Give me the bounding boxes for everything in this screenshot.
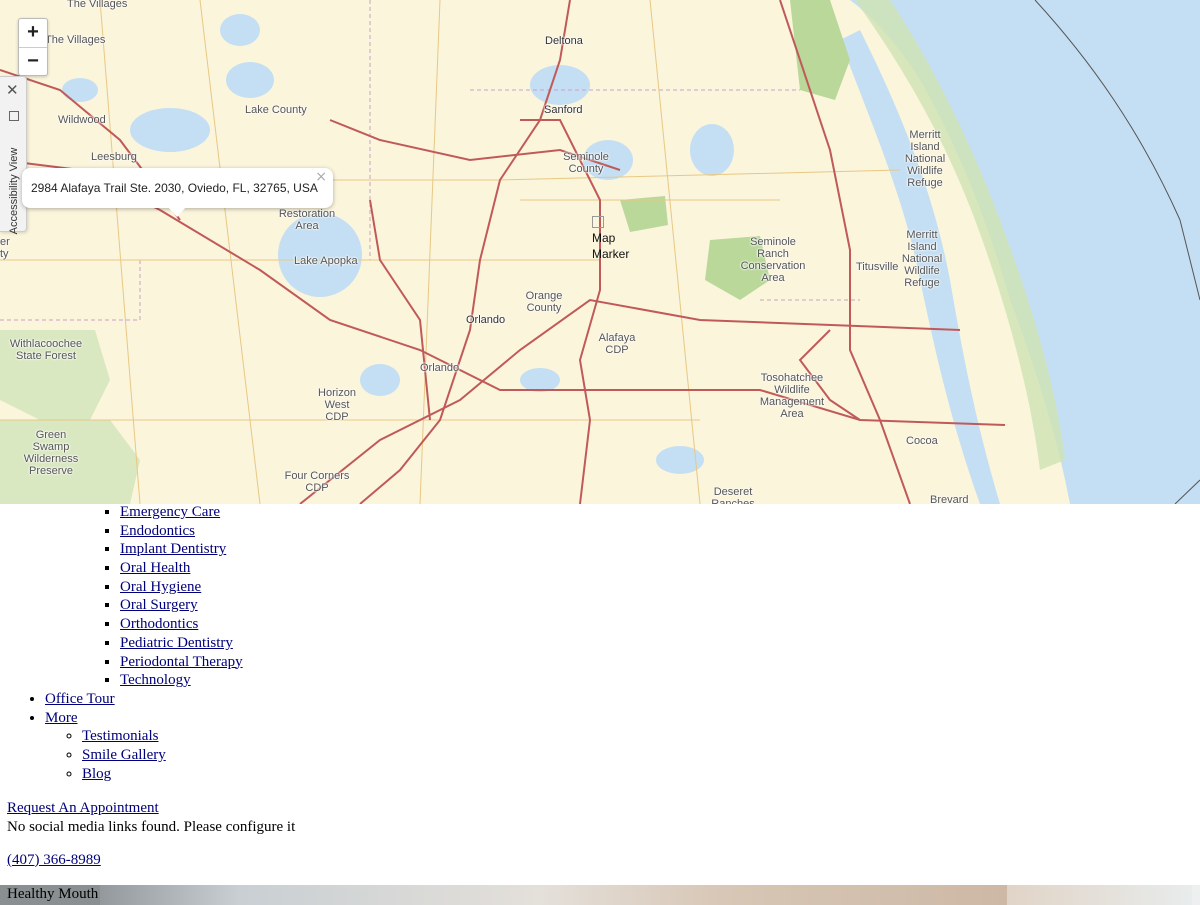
service-link[interactable]: Oral Hygiene	[120, 579, 201, 595]
place-label: Horizon West CDP	[318, 387, 356, 423]
place-label: Deltona	[545, 35, 583, 47]
main-nav-list: Office Tour More Testimonials Smile Gall…	[45, 690, 166, 784]
place-label: Restoration Area	[278, 208, 336, 232]
accessibility-view-tab[interactable]: ✕ Accessibility View	[0, 76, 27, 235]
place-label: Leesburg	[91, 151, 137, 163]
popup-address: 2984 Alafaya Trail Ste. 2030, Oviedo, FL…	[31, 181, 318, 195]
list-item: Periodontal Therapy	[120, 654, 243, 673]
list-item: Oral Health	[120, 560, 243, 579]
place-label: The Villages	[67, 0, 128, 10]
list-item: Blog	[82, 765, 166, 784]
place-label: Four Corners CDP	[284, 470, 350, 494]
phone-link[interactable]: (407) 366-8989	[7, 852, 101, 869]
social-notice: No social media links found. Please conf…	[7, 819, 296, 835]
zoom-out-button[interactable]: −	[19, 48, 47, 76]
expand-icon[interactable]	[9, 111, 19, 121]
place-label: The Villages	[45, 34, 106, 46]
service-link[interactable]: Orthodontics	[120, 616, 198, 632]
more-submenu: Testimonials Smile Gallery Blog	[82, 727, 166, 783]
services-submenu: Emergency Care Endodontics Implant Dentist…	[120, 504, 243, 691]
map-marker-alt: Map Marker	[592, 231, 630, 261]
place-label: Orlando	[466, 314, 506, 326]
popup-close-icon[interactable]: ×	[315, 169, 327, 185]
address-popup: 2984 Alafaya Trail Ste. 2030, Oviedo, FL…	[22, 168, 333, 217]
place-label: ty	[0, 248, 9, 260]
place-label: Merritt Island National Wildlife Refuge	[904, 129, 946, 189]
more-link[interactable]: More	[45, 710, 78, 726]
place-label: Cocoa	[906, 435, 938, 447]
place-label: Withlacoochee State Forest	[9, 338, 83, 362]
map-widget[interactable]: The Villages The Villages Deltona Lake C…	[0, 0, 1200, 504]
list-item: Oral Surgery	[120, 597, 243, 616]
map-marker[interactable]: Map Marker	[592, 214, 632, 262]
list-item: Pediatric Dentistry	[120, 635, 243, 654]
place-label: er	[0, 236, 10, 248]
place-label: Alafaya CDP	[598, 332, 636, 356]
place-label: Brevard	[930, 494, 969, 504]
place-label: Deseret Ranches	[711, 486, 755, 504]
list-item: Orthodontics	[120, 616, 243, 635]
close-icon[interactable]: ✕	[6, 81, 19, 99]
service-link[interactable]: Emergency Care	[120, 504, 220, 520]
service-link[interactable]: Periodontal Therapy	[120, 654, 243, 670]
place-label: Titusville	[856, 261, 899, 273]
nav-item-more: More Testimonials Smile Gallery Blog	[45, 709, 166, 784]
place-label: Seminole County	[563, 151, 609, 175]
broken-image-icon	[592, 216, 604, 228]
service-link[interactable]: Endodontics	[120, 523, 195, 539]
service-link[interactable]: Pediatric Dentistry	[120, 635, 233, 651]
service-link[interactable]: Technology	[120, 672, 191, 688]
hero-banner: Healthy Mouth	[0, 885, 1200, 905]
blog-link[interactable]: Blog	[82, 766, 111, 782]
place-label: Merritt Island National Wildlife Refuge	[901, 229, 943, 289]
place-label: Seminole Ranch Conservation Area	[740, 236, 806, 284]
place-label: Sanford	[544, 104, 583, 116]
place-label: Lake Apopka	[294, 255, 358, 267]
place-label: Wildwood	[58, 114, 106, 126]
zoom-in-button[interactable]: +	[19, 19, 47, 48]
office-tour-link[interactable]: Office Tour	[45, 691, 115, 707]
hero-title: Healthy Mouth	[7, 886, 99, 902]
service-link[interactable]: Implant Dentistry	[120, 541, 226, 557]
list-item: Oral Hygiene	[120, 579, 243, 598]
zoom-control: + −	[18, 18, 48, 76]
nav-item-office-tour: Office Tour	[45, 690, 166, 709]
smile-gallery-link[interactable]: Smile Gallery	[82, 747, 166, 763]
accessibility-view-label: Accessibility View	[8, 147, 20, 235]
list-item: Implant Dentistry	[120, 541, 243, 560]
place-label: Orange County	[525, 290, 563, 314]
place-label: Orlando	[420, 362, 460, 374]
request-appointment-link[interactable]: Request An Appointment	[7, 800, 159, 817]
place-label: Green Swamp Wilderness Preserve	[23, 429, 79, 477]
list-item: Technology	[120, 672, 243, 691]
list-item: Endodontics	[120, 523, 243, 542]
service-link[interactable]: Oral Surgery	[120, 597, 198, 613]
place-label: Lake County	[245, 104, 307, 116]
place-label: Tosohatchee Wildlife Management Area	[759, 372, 825, 420]
list-item: Smile Gallery	[82, 746, 166, 765]
testimonials-link[interactable]: Testimonials	[82, 728, 158, 744]
hero-image-right	[1007, 885, 1192, 905]
service-link[interactable]: Oral Health	[120, 560, 190, 576]
list-item: Emergency Care	[120, 504, 243, 523]
list-item: Testimonials	[82, 727, 166, 746]
